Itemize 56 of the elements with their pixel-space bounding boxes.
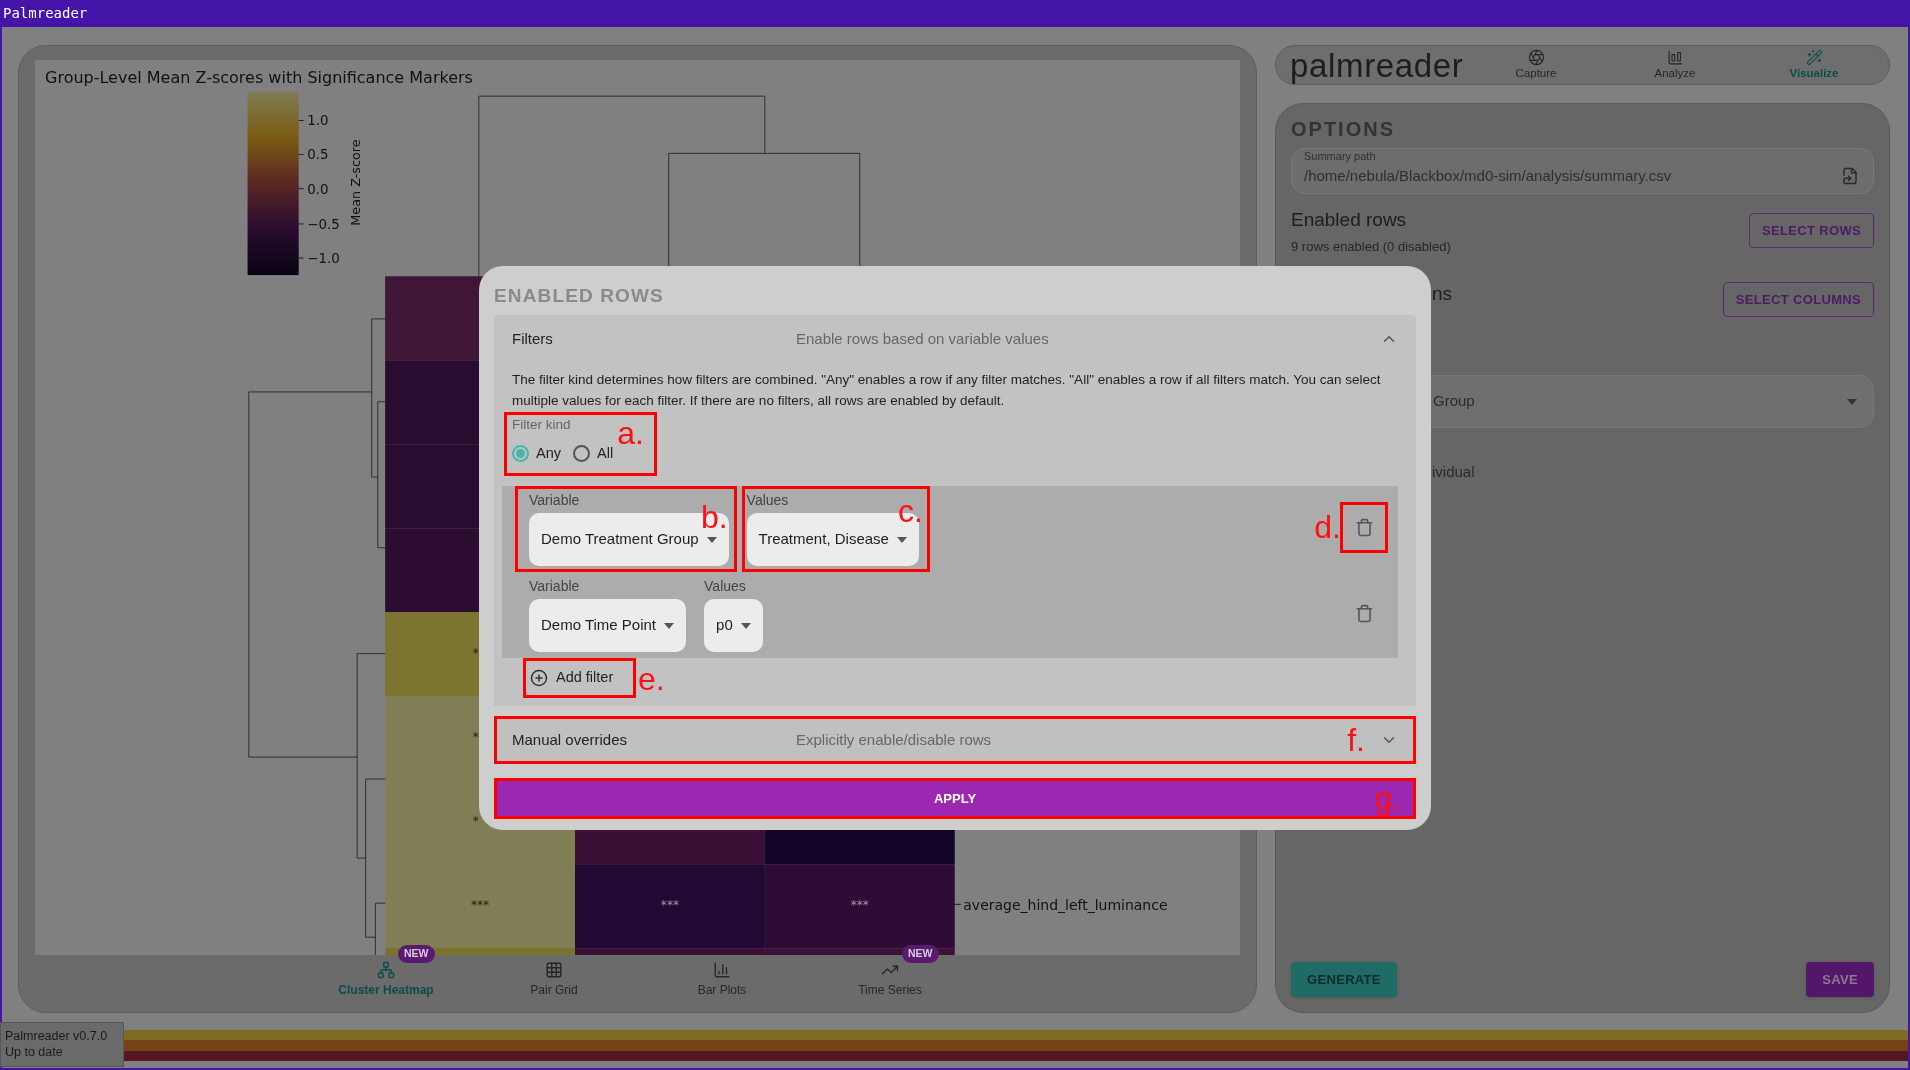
- rows-summary: 9 rows enabled (0 disabled): [1291, 237, 1451, 256]
- accordion-subtitle: Explicitly enable/disable rows: [796, 729, 992, 750]
- colorbar-tick: −0.5: [298, 216, 340, 232]
- colorbar-tick: 0.0: [298, 181, 329, 197]
- dialog-title: ENABLED ROWS: [494, 286, 665, 305]
- select-label: Values: [746, 491, 790, 509]
- new-badge: NEW: [398, 945, 435, 963]
- select-columns-button[interactable]: SELECT COLUMNS: [1722, 282, 1874, 317]
- bottom-tab[interactable]: Cluster Heatmap: [316, 961, 456, 999]
- annotation-label: f.: [1347, 724, 1365, 756]
- add-filter-button[interactable]: Add filter: [530, 667, 614, 689]
- new-badge: NEW: [902, 945, 939, 963]
- generate-button[interactable]: GENERATE: [1291, 962, 1397, 997]
- significance-mark: ***: [660, 898, 680, 913]
- accordion-subtitle: Enable rows based on variable values: [796, 328, 1049, 349]
- annotation-label: a.: [617, 417, 644, 449]
- colorbar-tick: 1.0: [298, 113, 329, 129]
- bottom-tab[interactable]: Bar Plots: [652, 961, 792, 999]
- row-label: average_hind_left_luminance: [963, 896, 1168, 913]
- update-status: Up to date: [5, 1044, 64, 1061]
- logo: palmreader: [1290, 48, 1465, 82]
- radio-option[interactable]: All: [573, 443, 614, 465]
- colorbar-label: Mean Z-score: [347, 139, 363, 226]
- save-button[interactable]: SAVE: [1806, 962, 1874, 997]
- significance-mark: *: [472, 814, 479, 829]
- section-heading: ns: [1432, 282, 1453, 306]
- annotation-label: e.: [638, 663, 665, 695]
- group-label: Filter kind: [512, 416, 572, 434]
- select-label: Values: [704, 577, 747, 595]
- significance-mark: *: [472, 730, 479, 745]
- bottom-tab[interactable]: Time Series: [820, 961, 960, 999]
- select-label: Variable: [529, 491, 581, 509]
- annotation-label: g.: [1374, 782, 1401, 814]
- accordion-title[interactable]: Manual overrides: [512, 728, 796, 752]
- radio-option[interactable]: Any: [512, 443, 561, 465]
- colorbar-tick: −1.0: [298, 250, 340, 266]
- nav-tab[interactable]: Analyze: [1625, 49, 1725, 81]
- values-select[interactable]: p0: [704, 599, 763, 652]
- path-field[interactable]: Summary path /home/nebula/Blackbox/md0-sim/analysis/summary.csv: [1291, 148, 1874, 194]
- colorbar-tick: 0.5: [298, 147, 329, 163]
- bottom-tab[interactable]: Pair Grid: [484, 961, 624, 999]
- select-rows-button[interactable]: SELECT ROWS: [1749, 213, 1874, 248]
- select-label: Variable: [529, 577, 581, 595]
- significance-mark: ***: [850, 898, 869, 913]
- annotation-label: d.: [1314, 511, 1341, 543]
- variable-select[interactable]: Demo Time Point: [529, 599, 687, 652]
- nav-tab[interactable]: Visualize: [1764, 49, 1864, 81]
- option-label: ividual: [1432, 462, 1476, 482]
- accordion-title[interactable]: Filters: [512, 327, 796, 351]
- nav-tab[interactable]: Capture: [1486, 49, 1586, 81]
- window-title: Palmreader: [3, 4, 88, 23]
- significance-mark: *: [472, 646, 479, 661]
- version-text: Palmreader v0.7.0: [5, 1028, 109, 1045]
- section-heading: Enabled rows: [1291, 208, 1408, 232]
- significance-mark: ***: [470, 898, 490, 913]
- chart-title: Group-Level Mean Z-scores with Significance Markers: [45, 68, 473, 87]
